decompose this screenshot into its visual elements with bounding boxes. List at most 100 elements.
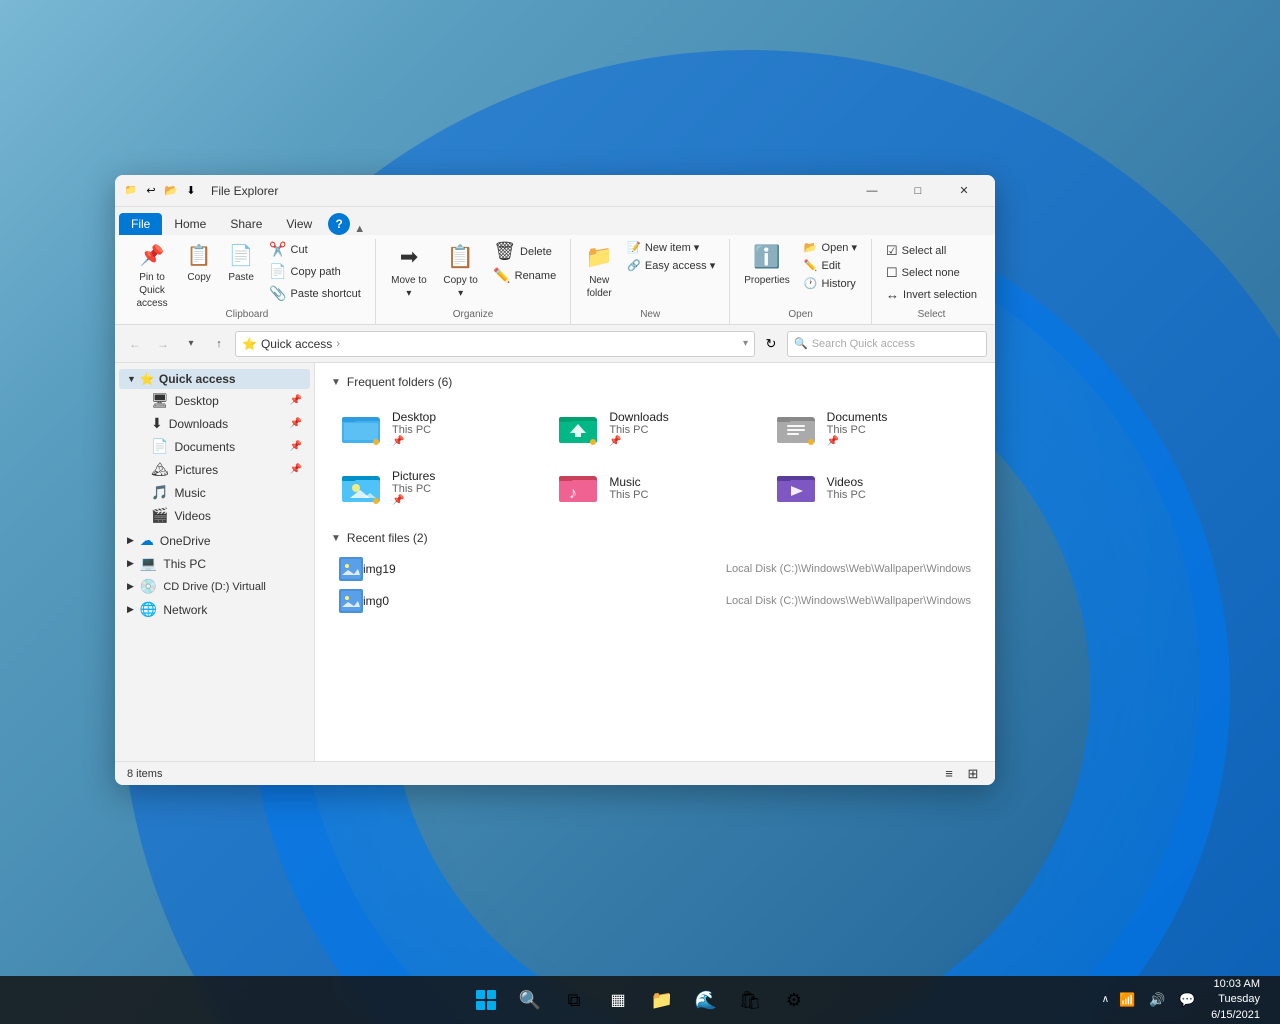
copy-icon: 📋 xyxy=(187,243,212,269)
details-view-button[interactable]: ≡ xyxy=(939,764,959,784)
properties-icon: ℹ️ xyxy=(753,243,780,272)
back-button[interactable]: ← xyxy=(123,332,147,356)
sidebar-item-pictures[interactable]: 🏔 Pictures 📌 xyxy=(143,458,310,481)
notification-icon[interactable]: 💬 xyxy=(1175,988,1199,1012)
tab-share[interactable]: Share xyxy=(218,213,274,235)
pictures-folder-name: Pictures xyxy=(392,469,435,483)
open-button[interactable]: 📂 Open ▾ xyxy=(798,239,863,256)
taskbar-right: ∧ 📶 🔊 💬 10:03 AM Tuesday6/15/2021 xyxy=(1102,977,1268,1023)
sidebar-item-this-pc[interactable]: ▶ 💻 This PC xyxy=(119,552,310,575)
sidebar: ▼ ⭐ Quick access 🖥 Desktop 📌 ⬇ Downloads… xyxy=(115,363,315,761)
search-taskbar-button[interactable]: 🔍 xyxy=(510,980,550,1020)
minimize-button[interactable]: — xyxy=(849,175,895,207)
folder-item-music[interactable]: ♪ Music This PC xyxy=(548,460,761,515)
new-folder-button[interactable]: 📁 Newfolder xyxy=(579,239,619,304)
history-button[interactable]: 🕐 History xyxy=(798,275,863,292)
back-arrow-icon[interactable]: ↩ xyxy=(143,183,159,199)
ribbon-tabs: File Home Share View ? ▲ xyxy=(115,207,995,235)
window-controls: — □ ✕ xyxy=(849,175,987,207)
network-icon: 🌐 xyxy=(140,601,157,618)
select-all-button[interactable]: ☑ Select all xyxy=(880,241,983,261)
paste-button[interactable]: 📄 Paste xyxy=(221,239,261,288)
file-item-img19[interactable]: img19 Local Disk (C:)\Windows\Web\Wallpa… xyxy=(331,553,979,585)
close-button[interactable]: ✕ xyxy=(941,175,987,207)
network-tray-icon[interactable]: 📶 xyxy=(1115,988,1139,1012)
tab-file[interactable]: File xyxy=(119,213,162,235)
sidebar-item-onedrive[interactable]: ▶ ☁ OneDrive xyxy=(119,529,310,552)
volume-icon[interactable]: 🔊 xyxy=(1145,988,1169,1012)
settings-taskbar-button[interactable]: ⚙ xyxy=(774,980,814,1020)
svg-text:♪: ♪ xyxy=(569,485,577,502)
widgets-button[interactable]: ▦ xyxy=(598,980,638,1020)
invert-selection-button[interactable]: ↔ Invert selection xyxy=(880,285,983,304)
tab-home[interactable]: Home xyxy=(162,213,218,235)
view-controls: ≡ ⊞ xyxy=(939,764,983,784)
sidebar-item-network[interactable]: ▶ 🌐 Network xyxy=(119,598,310,621)
ribbon-group-select: ☑ Select all ☐ Select none ↔ Invert sele… xyxy=(872,239,991,324)
start-button[interactable] xyxy=(466,980,506,1020)
music-folder-name: Music xyxy=(609,475,648,489)
sidebar-item-desktop[interactable]: 🖥 Desktop 📌 xyxy=(143,389,310,412)
chevron-up-icon[interactable]: ∧ xyxy=(1102,994,1109,1005)
tab-view[interactable]: View xyxy=(274,213,324,235)
recent-files-list: img19 Local Disk (C:)\Windows\Web\Wallpa… xyxy=(331,553,979,617)
chevron-down-icon: ▼ xyxy=(127,374,136,384)
down-arrow-icon[interactable]: ⬇ xyxy=(183,183,199,199)
refresh-button[interactable]: ↻ xyxy=(759,332,783,356)
recent-files-header[interactable]: ▼ Recent files (2) xyxy=(331,531,979,545)
rename-button[interactable]: ✏️ Rename xyxy=(487,265,562,286)
help-button[interactable]: ? xyxy=(328,213,350,235)
folder-item-videos[interactable]: Videos This PC xyxy=(766,460,979,515)
easy-access-button[interactable]: 🔗 Easy access ▾ xyxy=(621,257,721,274)
folder-item-desktop[interactable]: Desktop This PC 📌 xyxy=(331,401,544,456)
cut-button[interactable]: ✂️ Cut xyxy=(263,239,367,260)
videos-folder-name: Videos xyxy=(827,475,866,489)
folder-icon[interactable]: 📂 xyxy=(163,183,179,199)
sidebar-item-downloads[interactable]: ⬇ Downloads 📌 xyxy=(143,412,310,435)
folder-item-pictures[interactable]: Pictures This PC 📌 xyxy=(331,460,544,515)
search-box[interactable]: 🔍 Search Quick access xyxy=(787,331,987,357)
frequent-folders-label: Frequent folders (6) xyxy=(347,375,452,389)
frequent-folders-header[interactable]: ▼ Frequent folders (6) xyxy=(331,375,979,389)
desktop-folder-path: This PC xyxy=(392,424,436,436)
sidebar-item-music[interactable]: 🎵 Music xyxy=(143,481,310,504)
downloads-folder-icon xyxy=(559,411,599,446)
properties-button[interactable]: ℹ️ Properties xyxy=(738,239,796,291)
store-button[interactable]: 🛍 xyxy=(730,980,770,1020)
sidebar-item-cd-drive[interactable]: ▶ 💿 CD Drive (D:) Virtuall xyxy=(119,575,310,598)
file-item-img0[interactable]: img0 Local Disk (C:)\Windows\Web\Wallpap… xyxy=(331,585,979,617)
documents-icon: 📄 xyxy=(151,438,168,455)
copy-path-button[interactable]: 📄 Copy path xyxy=(263,261,367,282)
file-explorer-taskbar-button[interactable]: 📁 xyxy=(642,980,682,1020)
maximize-button[interactable]: □ xyxy=(895,175,941,207)
delete-icon: 🗑 xyxy=(493,241,516,262)
folder-item-downloads[interactable]: Downloads This PC 📌 xyxy=(548,401,761,456)
clock[interactable]: 10:03 AM Tuesday6/15/2021 xyxy=(1203,977,1268,1023)
img0-icon xyxy=(339,589,363,613)
date-display: Tuesday6/15/2021 xyxy=(1211,992,1260,1023)
address-dropdown[interactable]: ▾ xyxy=(743,338,748,349)
task-view-button[interactable]: ⧉ xyxy=(554,980,594,1020)
select-none-button[interactable]: ☐ Select none xyxy=(880,263,983,283)
pictures-icon: 🏔 xyxy=(151,461,169,478)
edit-button[interactable]: ✏️ Edit xyxy=(798,257,863,274)
paste-shortcut-button[interactable]: 📎 Paste shortcut xyxy=(263,283,367,304)
new-item-button[interactable]: 📝 New item ▾ xyxy=(621,239,721,256)
windows-logo xyxy=(476,990,496,1010)
move-to-button[interactable]: ➡ Move to ▾ xyxy=(384,239,434,304)
copy-to-button[interactable]: 📋 Copy to ▾ xyxy=(436,239,485,304)
ribbon-collapse-button[interactable]: ▲ xyxy=(354,223,365,235)
sidebar-item-videos[interactable]: 🎬 Videos xyxy=(143,504,310,527)
sidebar-item-documents[interactable]: 📄 Documents 📌 xyxy=(143,435,310,458)
large-icons-view-button[interactable]: ⊞ xyxy=(963,764,983,784)
sidebar-quick-access-header[interactable]: ▼ ⭐ Quick access xyxy=(119,369,310,389)
forward-button[interactable]: → xyxy=(151,332,175,356)
delete-button[interactable]: 🗑 Delete xyxy=(487,239,562,264)
chevron-right-icon: ▶ xyxy=(127,535,134,546)
edge-button[interactable]: 🌊 xyxy=(686,980,726,1020)
copy-button[interactable]: 📋 Copy xyxy=(179,239,219,288)
pin-quick-access-button[interactable]: 📌 Pin to Quick access xyxy=(127,239,177,314)
edit-icon: ✏️ xyxy=(804,259,818,272)
folder-item-documents[interactable]: Documents This PC 📌 xyxy=(766,401,979,456)
content-area: ▼ Frequent folders (6) Desktop This xyxy=(315,363,995,761)
